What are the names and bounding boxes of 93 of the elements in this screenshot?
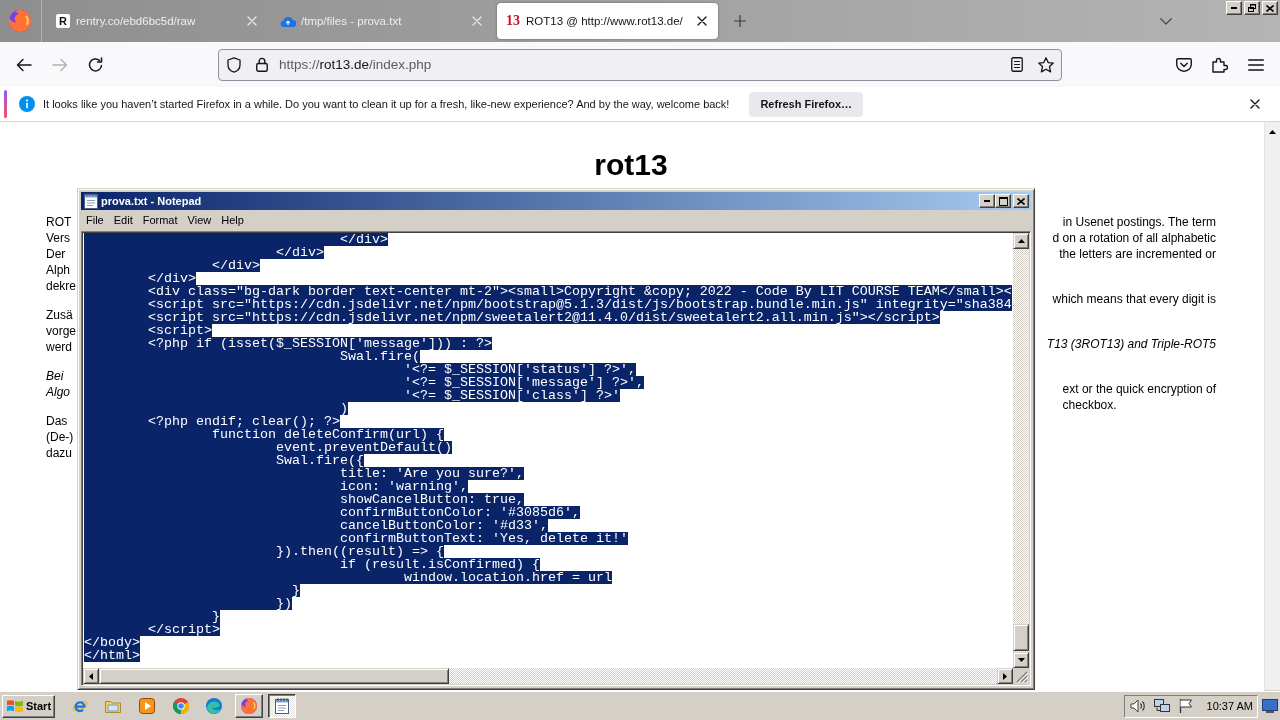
address-field[interactable]: https://rot13.de/index.php xyxy=(218,48,1062,81)
window-title: prova.txt - Notepad xyxy=(101,195,202,207)
maximize-icon xyxy=(998,196,1008,206)
vertical-scrollbar[interactable] xyxy=(1013,249,1029,652)
close-icon[interactable] xyxy=(1250,99,1260,109)
text-line: Algo xyxy=(46,384,71,400)
up-arrow-icon xyxy=(1017,239,1025,243)
puzzle-icon[interactable] xyxy=(1212,56,1228,73)
close-icon[interactable] xyxy=(697,16,707,26)
info-icon xyxy=(19,96,35,112)
up-arrow-icon xyxy=(1269,130,1276,134)
restore-button[interactable] xyxy=(1244,1,1260,15)
text-line: T13 (3ROT13) and Triple-ROT5 xyxy=(1046,336,1216,352)
text-line: Der xyxy=(46,246,66,262)
scroll-down-button[interactable] xyxy=(1013,652,1029,668)
minimize-button[interactable] xyxy=(979,194,995,208)
app-logo-icon xyxy=(241,698,257,714)
text-line: (De-) xyxy=(46,429,74,445)
network-icon[interactable] xyxy=(1153,699,1170,713)
notification-message: It looks like you haven’t started Firefox in a while. Do you want to clean it up for a fresh, like-new experience? And by the way, welcome back! xyxy=(43,98,730,110)
taskbar-button[interactable] xyxy=(268,694,296,718)
menu-item[interactable]: Edit xyxy=(108,213,138,226)
shield-icon[interactable] xyxy=(227,56,241,73)
star-icon[interactable] xyxy=(1038,56,1054,73)
close-icon xyxy=(1017,197,1025,205)
back-icon[interactable] xyxy=(16,57,32,72)
browser-tab[interactable]: 13 ROT13 @ http://www.rot13.de/ xyxy=(497,3,718,39)
text-line: in Usenet postings. The term xyxy=(1062,214,1216,230)
scroll-thumb[interactable] xyxy=(99,668,449,684)
notepad-icon xyxy=(275,698,289,714)
text-line: dazu xyxy=(46,445,73,461)
close-button[interactable] xyxy=(1013,194,1029,208)
left-arrow-icon xyxy=(89,672,93,680)
menu-item[interactable]: Help xyxy=(216,213,249,226)
text-line: ext or the quick encryption of xyxy=(1062,381,1216,397)
text-line: werd xyxy=(46,339,72,355)
reload-icon[interactable] xyxy=(88,57,103,72)
round-logo-icon[interactable] xyxy=(173,698,189,714)
text-line: vorge xyxy=(46,323,77,339)
cloud-icon xyxy=(280,15,296,27)
plus-icon[interactable] xyxy=(734,15,746,27)
flag-icon[interactable] xyxy=(1178,699,1193,713)
start-button[interactable]: Start xyxy=(2,694,55,718)
flag-logo-icon xyxy=(7,699,23,713)
close-button[interactable] xyxy=(1262,1,1278,15)
text-line: d on a rotation of all alphabetic xyxy=(1052,230,1216,246)
text-line: dekre xyxy=(46,278,77,294)
maximize-button[interactable] xyxy=(995,194,1011,208)
text-line: ROT xyxy=(46,214,72,230)
right-arrow-icon xyxy=(1003,672,1007,680)
text-line: Das xyxy=(46,413,68,429)
restore-icon xyxy=(1248,4,1256,12)
text-line: checkbox. xyxy=(1062,397,1117,413)
chevron-down-icon[interactable] xyxy=(1160,17,1172,25)
desktop-icon[interactable] xyxy=(1262,699,1278,713)
e-logo-icon[interactable] xyxy=(72,698,88,714)
favicon-text: 13 xyxy=(505,13,521,29)
menu-icon[interactable] xyxy=(1248,58,1264,71)
scroll-left-button[interactable] xyxy=(83,668,99,684)
notepad-icon xyxy=(84,193,98,209)
page-scrollbar[interactable] xyxy=(1264,122,1280,691)
play-icon[interactable] xyxy=(139,698,155,714)
text-line: Vers xyxy=(46,230,70,246)
scroll-thumb[interactable] xyxy=(1013,624,1029,651)
text-line: Alph xyxy=(46,262,71,278)
favicon-text: R xyxy=(56,14,70,28)
minimize-icon xyxy=(1231,7,1237,9)
clock-text: 10:37 AM xyxy=(1206,700,1253,712)
menu-item[interactable]: Format xyxy=(137,213,183,226)
reader-icon[interactable] xyxy=(1011,57,1023,72)
browser-tab[interactable]: R rentry.co/ebd6bc5d/raw xyxy=(47,3,268,39)
down-arrow-icon xyxy=(1017,658,1025,662)
speaker-icon[interactable] xyxy=(1129,699,1146,713)
text-line: which means that every digit is xyxy=(1052,291,1216,307)
resize-grip-icon[interactable] xyxy=(1016,671,1028,683)
close-icon xyxy=(1266,4,1274,12)
wave-logo-icon[interactable] xyxy=(206,698,222,714)
menu-item[interactable]: View xyxy=(182,213,217,226)
text-line: Zusä xyxy=(46,307,73,323)
scroll-right-button[interactable] xyxy=(997,668,1013,684)
refresh-button[interactable]: Refresh Firefox… xyxy=(749,91,864,117)
minimize-button[interactable] xyxy=(1226,1,1242,15)
page-heading: rot13 xyxy=(594,148,668,182)
pocket-icon[interactable] xyxy=(1176,57,1192,72)
text-line: the letters are incremented or xyxy=(1059,246,1216,262)
minimize-icon xyxy=(984,200,990,202)
accent-stripe xyxy=(4,90,7,118)
lock-icon[interactable] xyxy=(256,57,268,72)
horizontal-scrollbar[interactable] xyxy=(99,668,997,684)
text-line: Bei xyxy=(46,368,64,384)
menu-item[interactable]: File xyxy=(81,213,109,226)
app-logo-icon[interactable] xyxy=(9,10,31,32)
scroll-up-button[interactable] xyxy=(1013,233,1029,249)
